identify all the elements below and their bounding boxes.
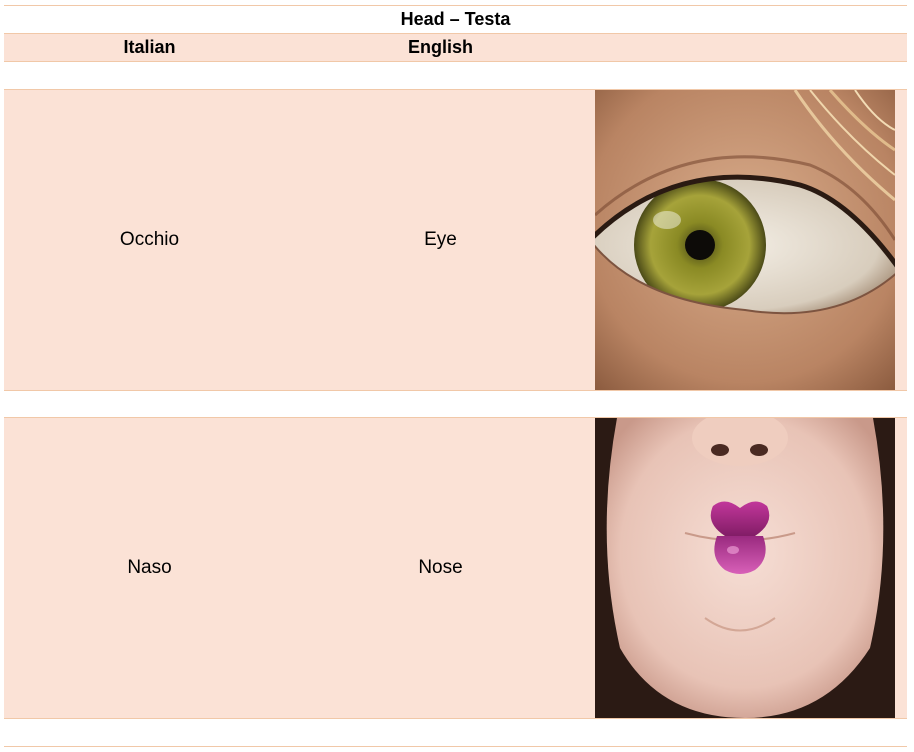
- table-row: Occhio Eye: [4, 90, 907, 390]
- cell-italian: Naso: [127, 557, 172, 578]
- table-row: Naso Nose: [4, 418, 907, 718]
- eye-photo: [595, 90, 895, 390]
- row-bottom-border: [4, 718, 907, 719]
- row-bottom-border: [4, 390, 907, 391]
- cell-italian: Occhio: [119, 229, 180, 250]
- table-title: Head – Testa: [400, 9, 511, 29]
- lips-photo: [595, 418, 895, 718]
- cell-english: Nose: [418, 557, 463, 578]
- cell-english: Eye: [424, 229, 457, 250]
- table-bottom-border: [4, 746, 907, 747]
- column-header-english: English: [407, 37, 473, 57]
- header-row: Italian English: [4, 34, 907, 61]
- header-divider: [4, 61, 907, 62]
- column-header-italian: Italian: [123, 37, 176, 57]
